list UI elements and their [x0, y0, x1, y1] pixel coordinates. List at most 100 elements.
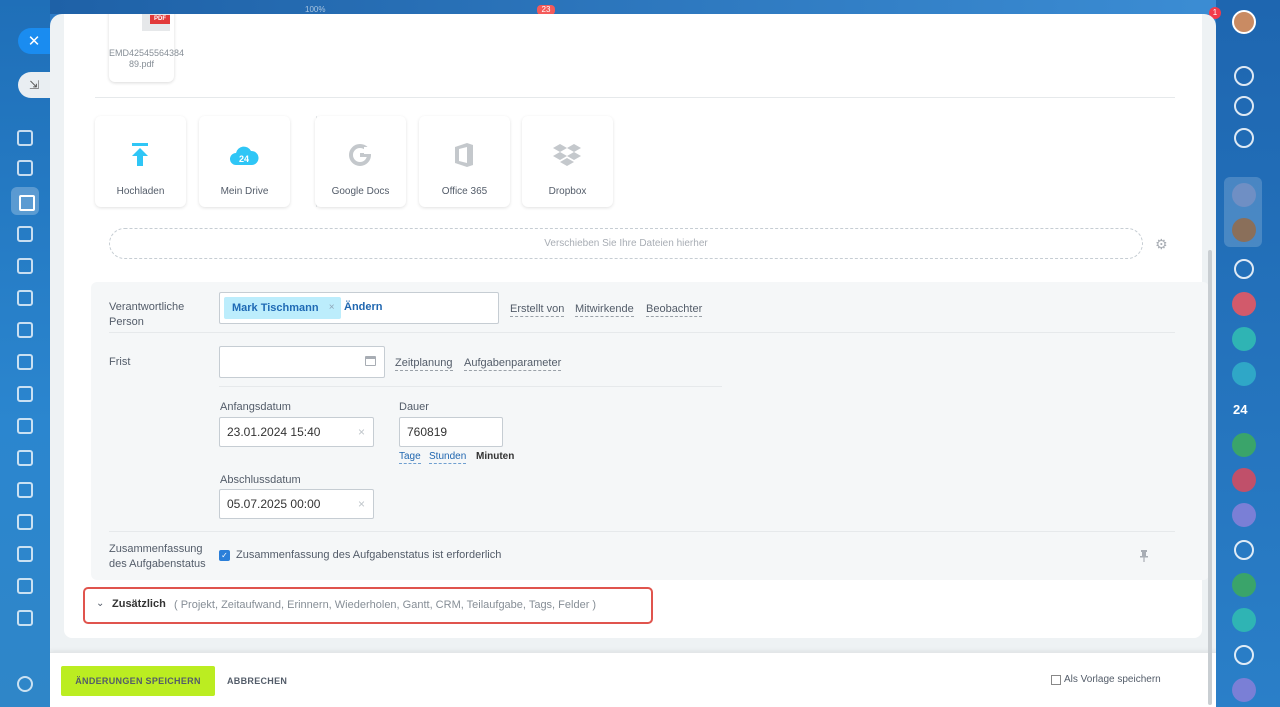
start-date-label: Anfangsdatum: [220, 401, 291, 413]
contacts-icon[interactable]: [17, 226, 33, 242]
open-lines-icon[interactable]: [1234, 96, 1254, 116]
drive-icon[interactable]: [17, 290, 33, 306]
calendar-icon[interactable]: [365, 356, 376, 366]
filter-icon[interactable]: [17, 418, 33, 434]
save-as-template-checkbox[interactable]: [1051, 675, 1061, 685]
start-date-input[interactable]: 23.01.2024 15:40 ×: [219, 417, 374, 447]
summary-checkbox-label[interactable]: Zusammenfassung des Aufgabenstatus ist e…: [236, 548, 501, 563]
clear-end-icon[interactable]: ×: [358, 490, 365, 518]
gear-icon[interactable]: ⚙: [1155, 236, 1168, 253]
close-slider-button[interactable]: ✕: [18, 28, 50, 54]
task-parameters-link[interactable]: Aufgabenparameter: [464, 356, 562, 371]
scrollbar[interactable]: [1208, 250, 1212, 705]
summary-checkbox[interactable]: ✓: [219, 550, 230, 561]
upload-source-mein-drive[interactable]: 24 Mein Drive: [199, 116, 290, 207]
pdf-type-tag: PDF: [150, 15, 170, 24]
tasks-icon[interactable]: [11, 187, 39, 215]
open-channel-icon[interactable]: [1234, 259, 1254, 279]
task-chat-icon[interactable]: [1232, 362, 1256, 386]
remove-user-icon[interactable]: ×: [329, 297, 335, 319]
board-icon[interactable]: [17, 322, 33, 338]
end-date-input[interactable]: 05.07.2025 00:00 ×: [219, 489, 374, 519]
change-responsible-link[interactable]: Ändern: [344, 301, 383, 313]
lock-chat-icon-4[interactable]: [1232, 468, 1256, 492]
additional-items: ( Projekt, Zeitaufwand, Erinnern, Wieder…: [174, 599, 597, 611]
documents-icon[interactable]: [17, 258, 33, 274]
chat-avatar-g[interactable]: [1232, 573, 1256, 597]
calendar-icon[interactable]: [17, 514, 33, 530]
duration-label: Dauer: [399, 401, 429, 413]
form-footer: ÄNDERUNGEN SPEICHERN ABBRECHEN Als Vorla…: [50, 652, 1216, 707]
save-as-template-label[interactable]: Als Vorlage speichern: [1064, 674, 1161, 685]
google-icon: [345, 140, 375, 170]
additional-section-toggle[interactable]: ⌄ Zusätzlich ( Projekt, Zeitaufwand, Eri…: [83, 587, 653, 624]
unit-minutes-active[interactable]: Minuten: [476, 451, 514, 463]
lock-chat-icon-2[interactable]: [1232, 327, 1256, 351]
minimize-slider-button[interactable]: ⇲: [18, 72, 50, 98]
participants-link[interactable]: Mitwirkende: [575, 302, 634, 317]
chat-icon[interactable]: [17, 160, 33, 176]
cancel-button[interactable]: ABBRECHEN: [227, 666, 287, 696]
task-edit-panel: PDF EMD42545564384 89.pdf Hochladen 24 M…: [50, 14, 1216, 707]
end-date-label: Abschlussdatum: [220, 474, 301, 486]
chat-avatar-person[interactable]: [1232, 218, 1256, 242]
divider: [95, 97, 1175, 98]
file-dropzone[interactable]: Verschieben Sie Ihre Dateien hierher: [109, 228, 1143, 259]
clear-start-icon[interactable]: ×: [358, 418, 365, 446]
analytics-icon[interactable]: [17, 354, 33, 370]
attached-file[interactable]: PDF EMD42545564384 89.pdf: [109, 14, 185, 82]
summary-label: Zusammenfassung des Aufgabenstatus: [109, 543, 206, 570]
chevron-down-icon: ⌄: [96, 598, 105, 609]
upload-source-hochladen[interactable]: Hochladen: [95, 116, 186, 207]
user-avatar[interactable]: [1232, 10, 1256, 34]
source-label: Dropbox: [548, 186, 587, 197]
upload-source-office-365[interactable]: Office 365: [419, 116, 510, 207]
close-icon: ✕: [27, 33, 41, 50]
save-changes-button[interactable]: ÄNDERUNGEN SPEICHERN: [61, 666, 215, 696]
additional-title: Zusätzlich: [112, 598, 166, 610]
open-channel-icon-3[interactable]: [1234, 645, 1254, 665]
created-by-link[interactable]: Erstellt von: [510, 302, 565, 317]
pin-icon[interactable]: [1140, 550, 1148, 565]
dropbox-icon: [552, 140, 582, 170]
lock-chat-icon-5[interactable]: [1232, 608, 1256, 632]
divider: [219, 386, 722, 387]
top-progress-percent: 100%: [305, 5, 326, 14]
responsible-selector[interactable]: Mark Tischmann × Ändern: [219, 292, 499, 324]
search-chat-icon[interactable]: [1234, 128, 1254, 148]
upload-source-google-docs[interactable]: Google Docs: [315, 116, 406, 207]
lock-chat-icon-3[interactable]: [1232, 433, 1256, 457]
edit-icon[interactable]: [17, 610, 33, 626]
left-sidebar: [0, 0, 50, 707]
deadline-label: Frist: [109, 356, 131, 368]
mail-icon[interactable]: [17, 450, 33, 466]
bell-icon[interactable]: [1234, 66, 1254, 86]
shop-icon[interactable]: [17, 386, 33, 402]
observers-link[interactable]: Beobachter: [646, 302, 703, 317]
source-label: Office 365: [441, 186, 488, 197]
bitrix24-icon[interactable]: 24: [1233, 402, 1247, 417]
chat-avatar-h[interactable]: [1232, 183, 1256, 207]
cloud-24-icon: 24: [229, 140, 259, 170]
duration-input[interactable]: 760819: [399, 417, 503, 447]
divider: [109, 531, 1175, 532]
chat-avatar-du[interactable]: [1232, 503, 1256, 527]
user-chip[interactable]: Mark Tischmann ×: [224, 297, 341, 319]
scheduling-link[interactable]: Zeitplanung: [395, 356, 453, 371]
unit-hours-link[interactable]: Stunden: [429, 451, 467, 464]
target-icon[interactable]: [17, 578, 33, 594]
file-name: EMD42545564384 89.pdf: [109, 48, 185, 69]
chat-avatar-av[interactable]: [1232, 678, 1256, 702]
settings-icon[interactable]: [17, 676, 33, 692]
feed-icon[interactable]: [17, 130, 33, 146]
deadline-input[interactable]: [219, 346, 385, 378]
task-form-card: PDF EMD42545564384 89.pdf Hochladen 24 M…: [64, 14, 1209, 638]
source-label: Hochladen: [116, 186, 165, 197]
open-channel-icon-2[interactable]: [1234, 540, 1254, 560]
source-label: Mein Drive: [220, 186, 269, 197]
lock-chat-icon[interactable]: [1232, 292, 1256, 316]
camera-icon[interactable]: [17, 482, 33, 498]
upload-source-dropbox[interactable]: Dropbox: [522, 116, 613, 207]
robot-icon[interactable]: [17, 546, 33, 562]
unit-days-link[interactable]: Tage: [399, 451, 421, 464]
